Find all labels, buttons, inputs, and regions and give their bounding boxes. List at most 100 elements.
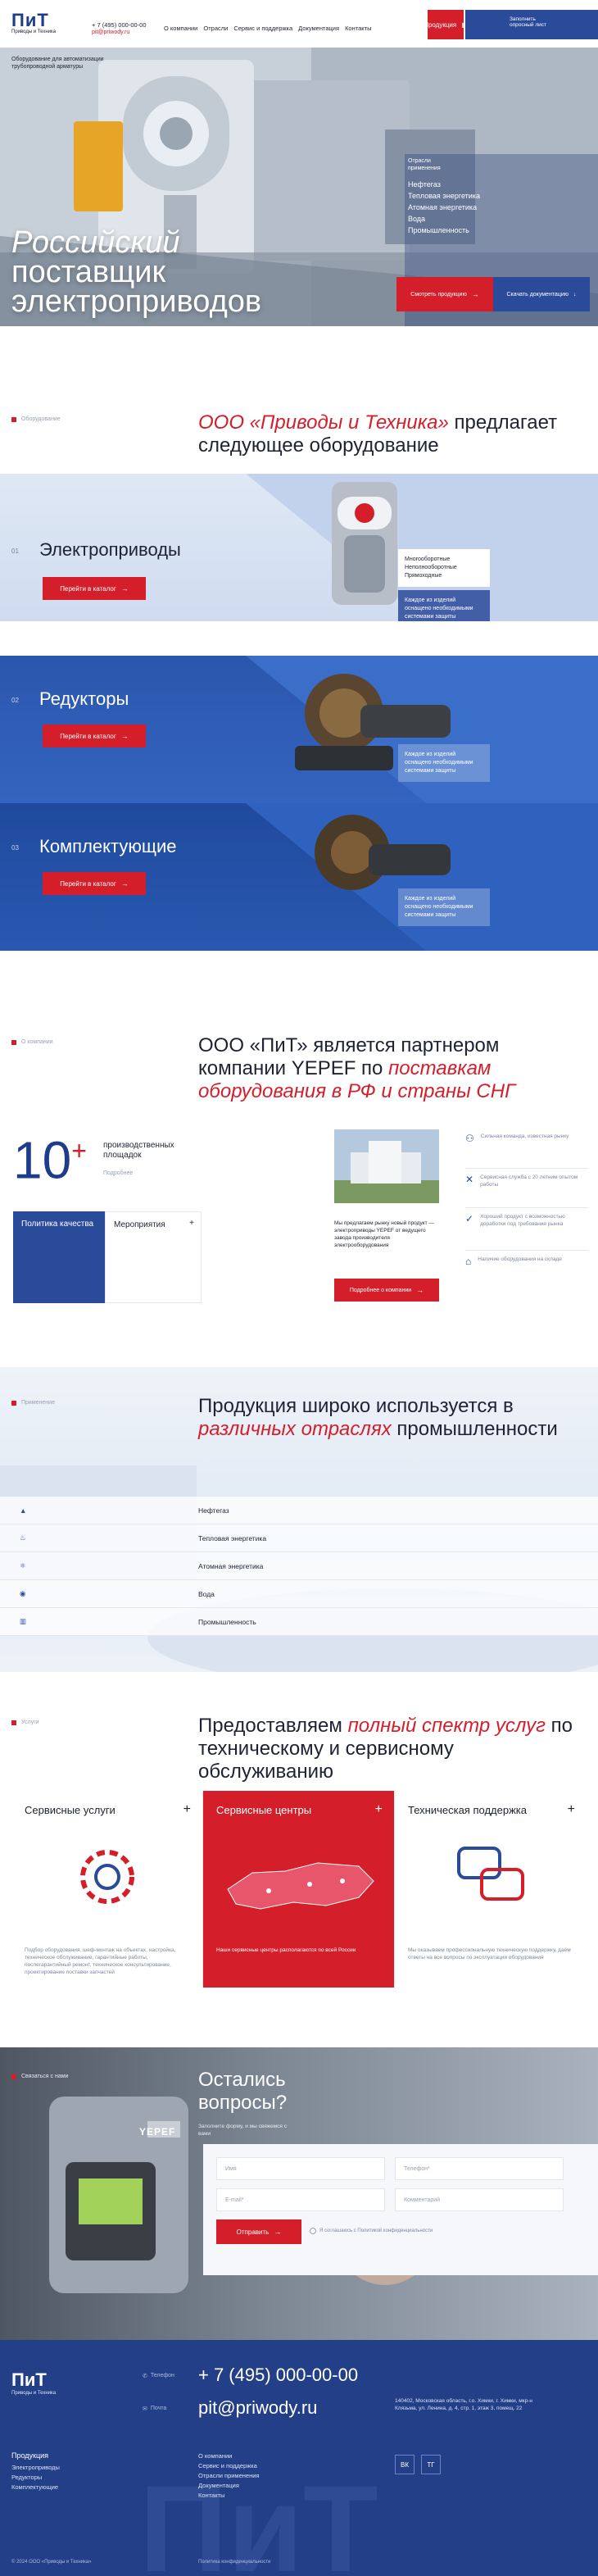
email-input[interactable]: E-mail* [216, 2188, 385, 2211]
footer-phone-label-text: Телефон [150, 2373, 174, 2378]
footer-products-title[interactable]: Продукция [11, 2451, 48, 2460]
download-icon: ↓ [573, 291, 577, 298]
telegram-icon[interactable]: ТГ [421, 2455, 441, 2474]
equipment-card-gearboxes[interactable]: 02 Редукторы Перейти в каталог → Каждое и… [0, 656, 598, 803]
footer-phone-label: ✆ Телефон [143, 2373, 174, 2379]
download-docs-button[interactable]: Скачать документацию ↓ [493, 277, 590, 311]
events-tile[interactable]: Мероприятия + [105, 1211, 202, 1303]
phone-input[interactable]: Телефон* [395, 2157, 564, 2180]
arrow-right-icon: → [120, 584, 129, 593]
industry-row-nuclear[interactable]: ⚛ Атомная энергетика [0, 1552, 598, 1580]
industries-title-text: Продукция широко используется в [198, 1395, 514, 1417]
footer-link[interactable]: Редукторы [11, 2473, 60, 2483]
footer-link[interactable]: О компании [198, 2451, 259, 2461]
footer-phone[interactable]: + 7 (495) 000-00-00 [198, 2365, 358, 2386]
quality-policy-label: Политика качества [21, 1220, 94, 1229]
service-card-text: Мы оказываем профессиональную техническу… [408, 1947, 571, 1960]
footer-link[interactable]: Сервис и поддержка [198, 2461, 259, 2471]
social-links: ВК ТГ [395, 2455, 441, 2474]
consent-checkbox[interactable]: Я соглашаюсь с Политикой конфиденциально… [310, 2228, 433, 2234]
contact-section-label-text: Связаться с нами [21, 2074, 69, 2079]
services-section-label-text: Услуги [21, 1720, 39, 1725]
industries-title-accent: различных отраслях [198, 1418, 392, 1440]
oil-icon: ▲ [20, 1506, 27, 1515]
equipment-section-label-text: Оборудование [21, 416, 61, 422]
industry-row-label: Атомная энергетика [198, 1561, 264, 1570]
nav-item-about[interactable]: О компании [164, 25, 197, 32]
hero-industry-item[interactable]: Нефтегаз [408, 179, 480, 190]
services-title: Предоставляем полный спектр услуг по тех… [198, 1715, 583, 1783]
catalog-button[interactable]: Перейти в каталог → [43, 725, 146, 747]
service-card-support[interactable]: Техническая поддержка + Мы оказываем про… [395, 1791, 587, 1988]
industries-title: Продукция широко используется в различны… [198, 1395, 583, 1441]
comment-input[interactable]: Комментарий [395, 2188, 564, 2211]
hero-industry-item[interactable]: Промышленность [408, 225, 480, 236]
stat-number: 10+ [13, 1124, 87, 1186]
atom-icon: ⚛ [20, 1561, 26, 1570]
drive-type-item[interactable]: Прямоходные [405, 572, 483, 580]
download-docs-label: Скачать документацию [506, 291, 569, 298]
hero-tagline: Оборудование для автоматизации трубопров… [11, 57, 104, 70]
catalog-button-label: Перейти в каталог [60, 732, 116, 740]
footer-link[interactable]: Комплектующие [11, 2483, 60, 2492]
plus-icon: + [189, 1219, 194, 1228]
nav-item-docs[interactable]: Документация [298, 25, 339, 32]
footer-policy-link[interactable]: Политика конфиденциальности [198, 2560, 271, 2565]
drive-type-item[interactable]: Многооборотные [405, 556, 483, 564]
plus-icon: + [374, 1802, 383, 1816]
header-phone[interactable]: + 7 (495) 000-00-00 [92, 21, 147, 29]
equipment-title: ООО «Приводы и Техника» предлагает следу… [198, 411, 583, 457]
feature-item: ✕ Сервисная служба с 20 летним опытом ра… [465, 1169, 588, 1208]
tools-icon: ✕ [465, 1174, 474, 1185]
header-email[interactable]: pit@priwody.ru [92, 30, 129, 35]
footer-address: 140402, Московская область, г.о. Химки, … [395, 2398, 532, 2411]
hero-industry-item[interactable]: Атомная энергетика [408, 202, 480, 213]
footer-link[interactable]: Документация [198, 2481, 259, 2491]
stat-plus: + [71, 1136, 87, 1165]
industry-row-label: Тепловая энергетика [198, 1533, 267, 1542]
quality-policy-tile[interactable]: Политика качества [13, 1211, 105, 1303]
products-button[interactable]: Продукция ▦ [424, 10, 468, 39]
request-form-button[interactable]: Заполнить опросный лист [465, 10, 598, 39]
industry-row-thermal[interactable]: ♨ Тепловая энергетика [0, 1524, 598, 1552]
industry-row-industry[interactable]: ▥ Промышленность [0, 1608, 598, 1636]
logo[interactable]: ПиТ Приводы и Техника [11, 10, 56, 34]
about-company-button[interactable]: Подробнее о компании → [334, 1279, 439, 1302]
phone-icon: ✆ [143, 2374, 147, 2379]
footer-link[interactable]: Отрасли применения [198, 2471, 259, 2481]
name-input[interactable]: Имя [216, 2157, 385, 2180]
partner-section-label: О компании [11, 1039, 53, 1045]
stat-more-link[interactable]: Подробнее [103, 1170, 133, 1176]
plus-icon: + [183, 1802, 191, 1816]
footer-link[interactable]: Электроприводы [11, 2463, 60, 2473]
equipment-card-electric-drives[interactable]: 01 Электроприводы Перейти в каталог → Мно… [0, 474, 598, 621]
view-products-button[interactable]: Смотреть продукцию → [396, 277, 493, 311]
nav-item-service[interactable]: Сервис и поддержка [233, 25, 292, 32]
nav-item-industries[interactable]: Отрасли [203, 25, 228, 32]
brand-plate: YEPEF [139, 2126, 176, 2138]
factory-icon: ▥ [20, 1617, 27, 1625]
site-header: ПиТ Приводы и Техника + 7 (495) 000-00-0… [0, 0, 598, 48]
drive-type-item[interactable]: Неполнооборотные [405, 564, 483, 572]
factory-photo [334, 1129, 439, 1203]
service-card-services[interactable]: Сервисные услуги + Подбор оборудования, … [11, 1791, 203, 1988]
feature-text: Сервисная служба с 20 летним опытом рабо… [480, 1174, 578, 1188]
service-card-centers[interactable]: Сервисные центры + Наши сервисные центры… [203, 1791, 395, 1988]
industry-row-oil-gas[interactable]: ▲ Нефтегаз [0, 1497, 598, 1524]
industry-row-label: Промышленность [198, 1617, 256, 1626]
industry-row-water[interactable]: ◉ Вода [0, 1580, 598, 1608]
footer-email[interactable]: pit@priwody.ru [198, 2397, 317, 2419]
hero-industry-item[interactable]: Тепловая энергетика [408, 190, 480, 202]
vk-icon[interactable]: ВК [395, 2455, 415, 2474]
equipment-card-components[interactable]: 03 Комплектующие Перейти в каталог → Кажд… [0, 803, 598, 951]
nav-item-contacts[interactable]: Контакты [345, 25, 371, 32]
view-products-label: Смотреть продукцию [410, 291, 467, 298]
mail-icon: ✉ [143, 2406, 147, 2412]
submit-button[interactable]: Отправить → [216, 2219, 301, 2244]
hero-industry-item[interactable]: Вода [408, 213, 480, 225]
contact-section: YEPEF Связаться с нами Остались вопросы?… [0, 2047, 598, 2340]
footer-link[interactable]: Контакты [198, 2491, 259, 2501]
catalog-button[interactable]: Перейти в каталог → [43, 872, 146, 895]
catalog-button[interactable]: Перейти в каталог → [43, 577, 146, 600]
footer-logo[interactable]: ПиТ Приводы и Техника [11, 2369, 56, 2396]
